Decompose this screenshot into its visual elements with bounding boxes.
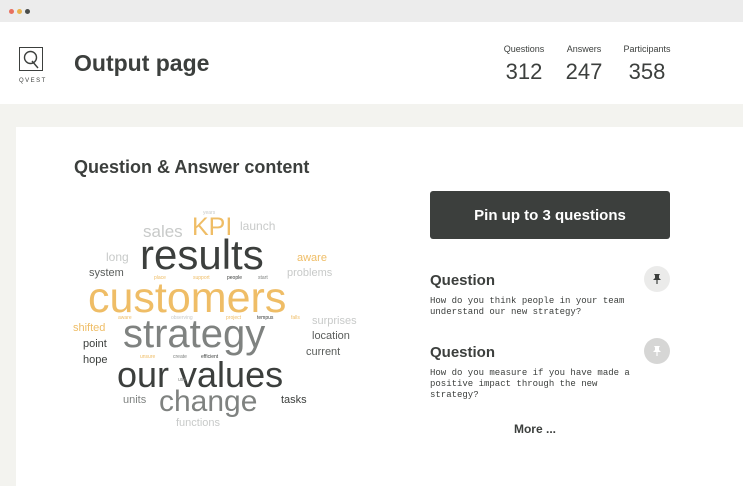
pin-icon[interactable] <box>644 266 670 292</box>
word-falls: falls <box>291 315 300 321</box>
word-hope: hope <box>83 354 108 366</box>
word-problems: problems <box>287 267 333 279</box>
word-surprises: surprises <box>312 315 357 327</box>
word-strategy: strategy <box>123 312 266 356</box>
word-cloud: years sales launch KPI long results awar… <box>16 127 416 486</box>
stat-answers-value: 247 <box>565 59 603 84</box>
stat-answers-label: Answers <box>566 44 602 54</box>
word-current: current <box>306 346 341 358</box>
question-label: Question <box>430 344 496 361</box>
stat-participants-label: Participants <box>623 44 671 54</box>
word-change: change <box>159 385 258 418</box>
content-card: Question & Answer content years sales la… <box>16 127 743 486</box>
logo-q-icon <box>19 47 43 71</box>
page-title: Output page <box>74 50 210 76</box>
word-long: long <box>106 250 129 264</box>
stat-answers: Answers 247 <box>562 44 606 85</box>
word-point: point <box>83 338 107 350</box>
question-item: Question How do you measure if you have … <box>430 338 670 401</box>
minimize-window-button[interactable] <box>17 9 22 14</box>
question-text: How do you measure if you have made a po… <box>430 368 630 400</box>
close-window-button[interactable] <box>9 9 14 14</box>
qvest-logo[interactable]: QVEST <box>19 47 45 109</box>
stat-questions: Questions 312 <box>502 44 546 85</box>
page-header: QVEST Output page Questions 312 Answers … <box>0 22 743 104</box>
word-functions: functions <box>176 417 221 429</box>
stat-questions-label: Questions <box>503 44 545 54</box>
window-titlebar <box>0 0 743 22</box>
word-units: units <box>123 394 147 406</box>
question-label: Question <box>430 272 496 289</box>
word-use: use <box>178 377 187 383</box>
word-aware: aware <box>297 252 327 264</box>
stat-questions-value: 312 <box>505 59 543 84</box>
question-item: Question How do you think people in your… <box>430 266 670 318</box>
stat-participants: Participants 358 <box>620 44 674 85</box>
question-text: How do you think people in your team und… <box>430 296 625 317</box>
pin-icon[interactable] <box>644 338 670 364</box>
word-results: results <box>140 231 264 278</box>
more-questions-link[interactable]: More ... <box>430 422 640 436</box>
stat-participants-value: 358 <box>628 59 666 84</box>
word-tasks: tasks <box>281 394 307 406</box>
logo-text: QVEST <box>19 78 47 84</box>
word-shifted: shifted <box>73 322 106 334</box>
pin-questions-button[interactable]: Pin up to 3 questions <box>430 191 670 239</box>
maximize-window-button[interactable] <box>25 9 30 14</box>
word-location: location <box>312 330 350 342</box>
